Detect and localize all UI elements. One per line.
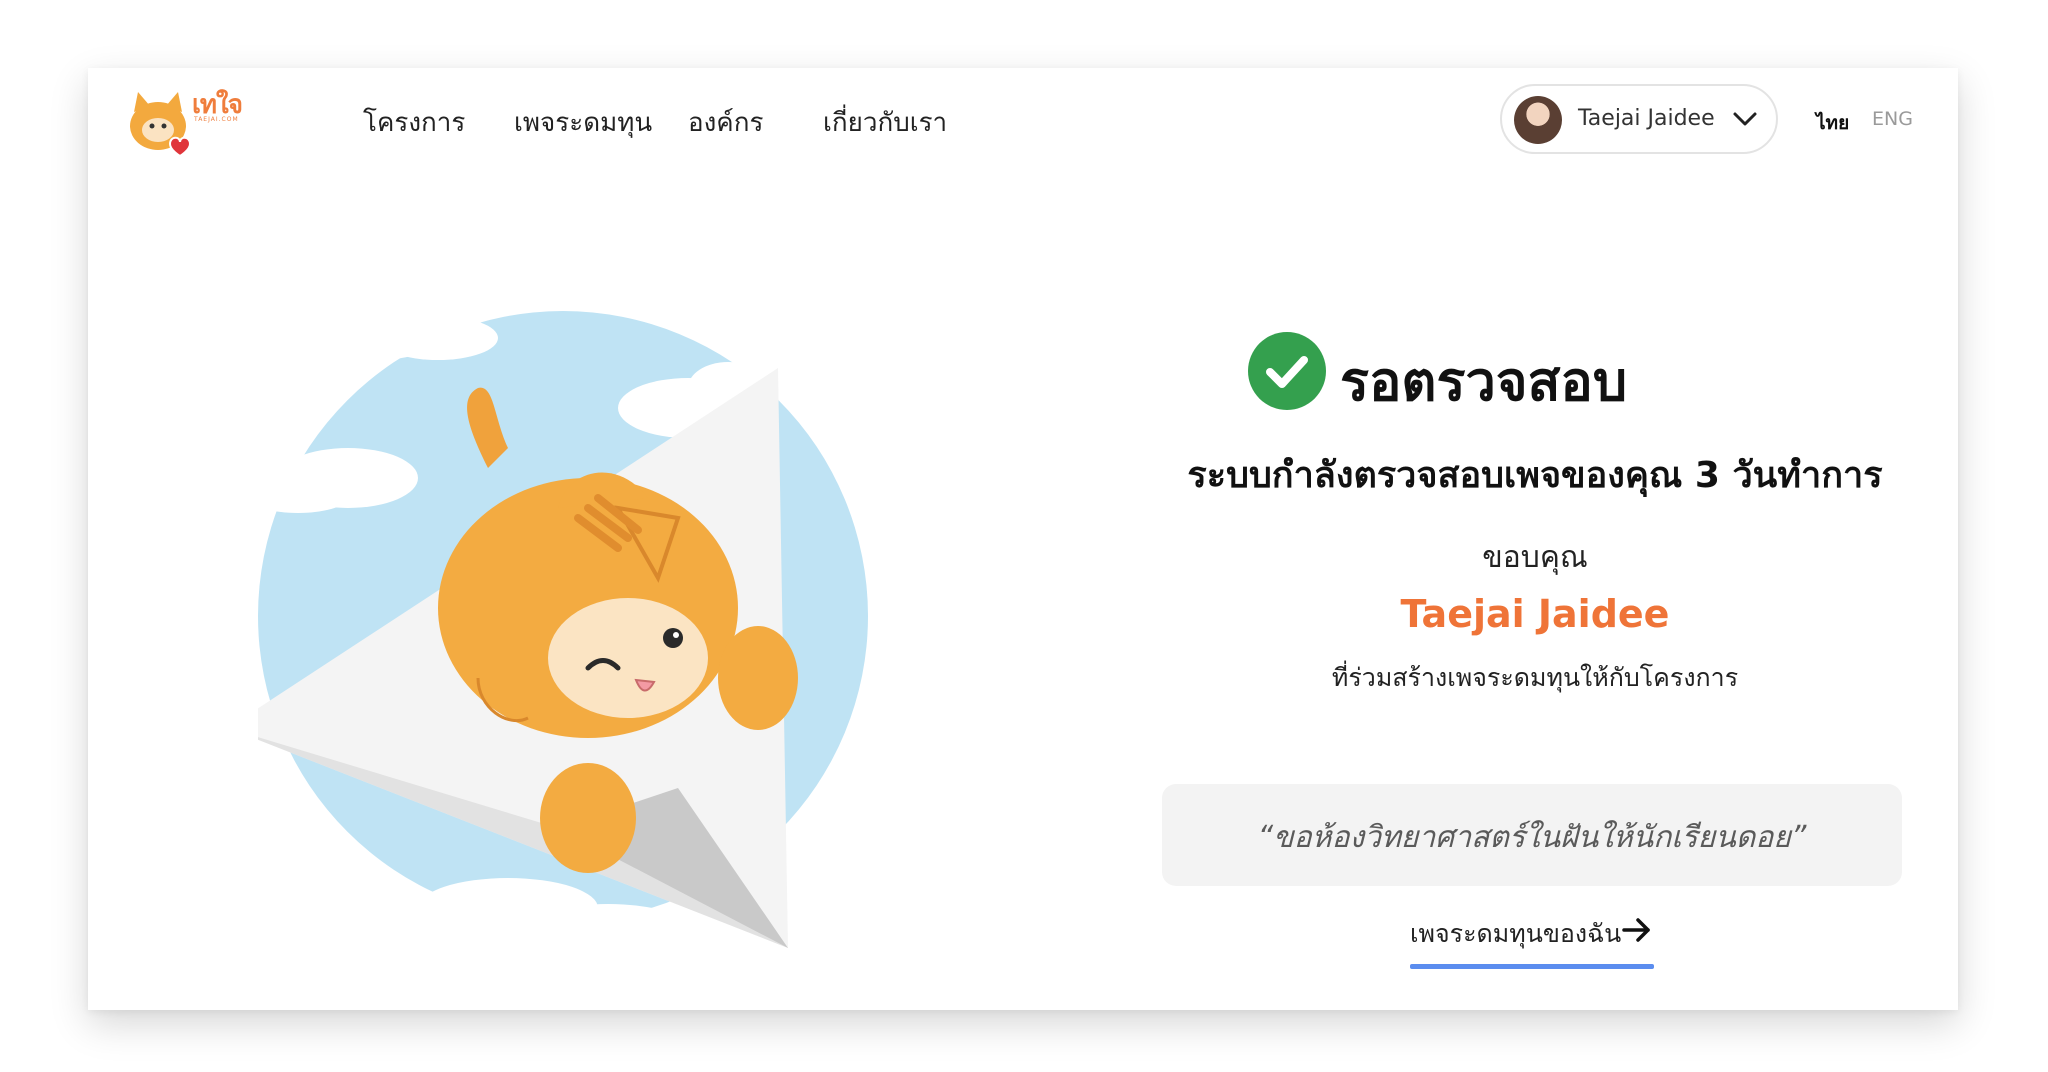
project-quote: “ขอห้องวิทยาศาสตร์ในฝันให้นักเรียนดอย” bbox=[1257, 820, 1807, 855]
nav-item-about-us[interactable]: เกี่ยวกับเรา bbox=[823, 102, 947, 143]
check-circle-icon bbox=[1248, 332, 1326, 410]
taejai-logo[interactable]: เทใจ TAEJAI.COM bbox=[126, 82, 244, 158]
donor-name: Taejai Jaidee bbox=[1400, 592, 1670, 636]
review-subtitle: ระบบกำลังตรวจสอบเพจของคุณ 3 วันทำการ bbox=[1187, 455, 1883, 496]
status-title: รอตรวจสอบ bbox=[1340, 350, 1628, 413]
chevron-down-icon bbox=[1733, 112, 1757, 126]
cat-logo-icon bbox=[130, 92, 192, 158]
user-name: Taejai Jaidee bbox=[1578, 106, 1715, 131]
logo-subtext: TAEJAI.COM bbox=[194, 116, 239, 123]
nav-item-projects[interactable]: โครงการ bbox=[363, 102, 465, 143]
cat-paper-plane-illustration bbox=[258, 311, 868, 948]
nav-item-fundraising-pages[interactable]: เพจระดมทุน bbox=[514, 102, 652, 143]
contribution-text: ที่ร่วมสร้างเพจระดมทุนให้กับโครงการ bbox=[1331, 663, 1739, 692]
user-menu-button[interactable]: Taejai Jaidee bbox=[1500, 84, 1778, 154]
language-thai[interactable]: ไทย bbox=[1816, 108, 1849, 138]
main-card: เทใจ TAEJAI.COM โครงการ เพจระดมทุน องค์ก… bbox=[88, 68, 1958, 1010]
my-fundraising-pages-label: เพจระดมทุนของฉัน bbox=[1410, 919, 1622, 948]
thanks-label: ขอบคุณ bbox=[1482, 540, 1588, 575]
arrow-right-icon bbox=[1622, 918, 1650, 942]
project-quote-box: “ขอห้องวิทยาศาสตร์ในฝันให้นักเรียนดอย” bbox=[1162, 784, 1902, 886]
language-english[interactable]: ENG bbox=[1872, 108, 1913, 130]
avatar bbox=[1514, 96, 1562, 144]
nav-item-organizations[interactable]: องค์กร bbox=[688, 102, 763, 143]
link-underline bbox=[1410, 964, 1654, 969]
